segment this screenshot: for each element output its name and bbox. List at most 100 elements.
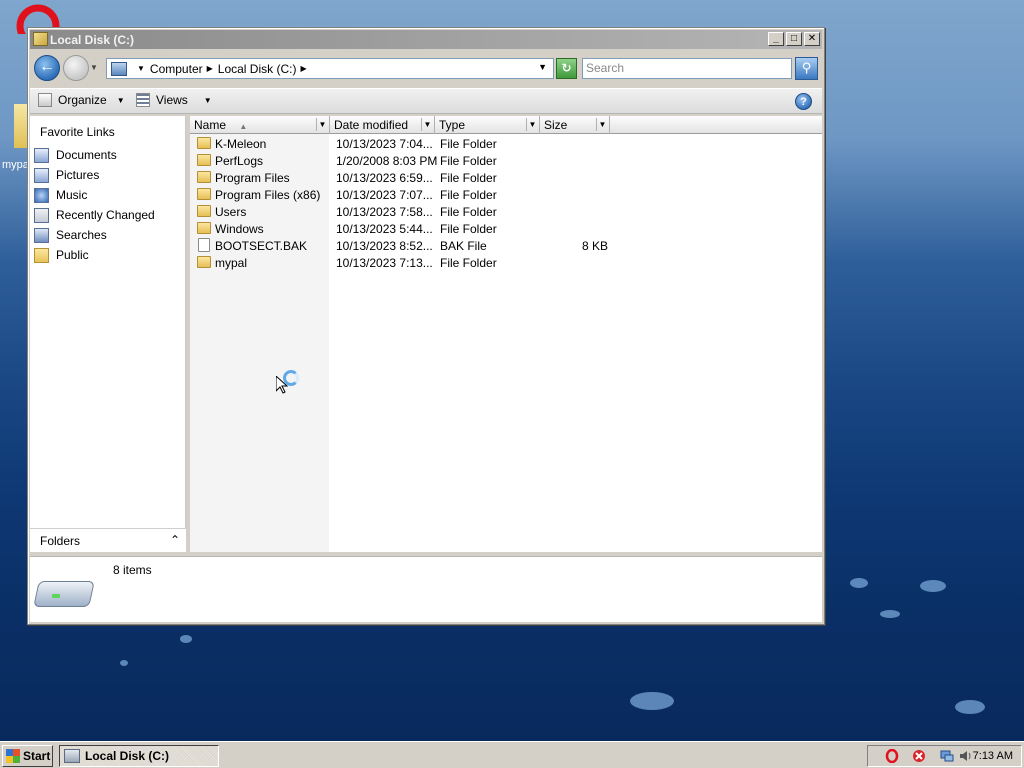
chevron-down-icon[interactable]: ▼ xyxy=(421,118,433,131)
search-button[interactable]: ⚲ xyxy=(795,57,818,80)
computer-icon xyxy=(111,61,127,76)
file-date: 1/20/2008 8:03 PM xyxy=(336,154,438,168)
file-type: BAK File xyxy=(440,239,487,253)
column-header-label: Type xyxy=(439,118,466,132)
crumb-separator-icon[interactable]: ▶ xyxy=(300,64,306,73)
file-row[interactable]: Users 10/13/2023 7:58... File Folder xyxy=(190,203,630,220)
nav-item-public[interactable]: Public xyxy=(34,246,89,264)
address-dropdown-icon[interactable]: ▼ xyxy=(538,62,547,72)
nav-item-label: Music xyxy=(56,188,88,202)
drive-led-icon xyxy=(52,594,60,598)
nav-item-label: Searches xyxy=(56,228,107,242)
address-row: ← ▼ ▼ Computer ▶ Local Disk (C:) ▶ ▼ ↻ S… xyxy=(30,51,822,85)
nav-item-label: Documents xyxy=(56,148,117,162)
help-button[interactable]: ? xyxy=(795,93,812,110)
nav-item-documents[interactable]: Documents xyxy=(34,146,117,164)
window-title: Local Disk (C:) xyxy=(50,32,135,47)
recently-changed-icon xyxy=(34,207,49,223)
views-button[interactable]: Views ▼ xyxy=(136,93,212,107)
water-bubble xyxy=(180,635,192,643)
breadcrumb-computer[interactable]: Computer xyxy=(150,62,203,76)
forward-button[interactable] xyxy=(63,55,89,81)
security-alert-icon[interactable] xyxy=(912,749,926,763)
nav-item-searches[interactable]: Searches xyxy=(34,226,107,244)
file-name: Windows xyxy=(215,222,264,236)
nav-item-pictures[interactable]: Pictures xyxy=(34,166,99,184)
start-label: Start xyxy=(23,749,51,763)
refresh-button[interactable]: ↻ xyxy=(556,58,577,79)
nav-item-music[interactable]: Music xyxy=(34,186,87,204)
file-type: File Folder xyxy=(440,222,497,236)
folder-icon xyxy=(197,171,211,183)
clock[interactable]: 7:13 AM xyxy=(973,750,1013,762)
column-header-date-modified[interactable]: Date modified ▼ xyxy=(330,116,435,134)
file-row[interactable]: K-Meleon 10/13/2023 7:04... File Folder xyxy=(190,135,630,152)
folder-icon xyxy=(197,188,211,200)
start-button[interactable]: Start xyxy=(2,745,53,767)
close-button[interactable]: ✕ xyxy=(804,32,820,46)
nav-item-recently-changed[interactable]: Recently Changed xyxy=(34,206,155,224)
desktop-icon-label: mypa xyxy=(2,159,27,171)
file-row[interactable]: PerfLogs 1/20/2008 8:03 PM File Folder xyxy=(190,152,630,169)
organize-button[interactable]: Organize ▼ xyxy=(38,93,125,107)
maximize-button[interactable]: □ xyxy=(786,32,802,46)
breadcrumb-local-disk[interactable]: Local Disk (C:) xyxy=(218,62,297,76)
address-bar[interactable]: ▼ Computer ▶ Local Disk (C:) ▶ ▼ xyxy=(106,58,554,79)
folder-icon xyxy=(197,222,211,234)
column-header-label: Size xyxy=(544,118,568,132)
file-row[interactable]: mypal 10/13/2023 7:13... File Folder xyxy=(190,254,630,271)
chevron-down-icon: ▼ xyxy=(203,95,212,105)
organize-label: Organize xyxy=(58,93,107,107)
chevron-down-icon[interactable]: ▼ xyxy=(526,118,538,131)
sort-ascending-icon: ▲ xyxy=(239,122,248,131)
folders-toggle[interactable]: Folders ⌃ xyxy=(30,528,186,552)
opera-tray-icon[interactable] xyxy=(885,749,899,763)
recent-pages-dropdown[interactable]: ▼ xyxy=(90,63,98,72)
file-date: 10/13/2023 5:44... xyxy=(336,222,433,236)
folders-label: Folders xyxy=(40,533,81,548)
search-input[interactable]: Search xyxy=(582,58,792,79)
file-name: Program Files xyxy=(215,171,290,185)
file-name: Users xyxy=(215,205,247,219)
file-type: File Folder xyxy=(440,137,497,151)
file-icon xyxy=(198,238,210,252)
volume-icon[interactable] xyxy=(958,749,972,763)
column-header-size[interactable]: Size ▼ xyxy=(540,116,610,134)
drive-title-icon xyxy=(33,32,48,46)
water-bubble xyxy=(955,700,985,714)
folder-icon xyxy=(34,247,49,263)
file-name: K-Meleon xyxy=(215,137,267,151)
taskbar-button-local-disk[interactable]: Local Disk (C:) xyxy=(59,745,219,767)
file-list: Name ▲ ▼ Date modified ▼ Type ▼ Size ▼ K… xyxy=(190,116,822,552)
taskbar: Start Local Disk (C:) 7:13 AM xyxy=(0,741,1024,768)
title-bar[interactable]: Local Disk (C:) _ □ ✕ xyxy=(30,30,822,49)
drive-icon xyxy=(64,749,80,763)
chevron-down-icon[interactable]: ▼ xyxy=(316,118,328,131)
file-date: 10/13/2023 7:13... xyxy=(336,256,433,270)
busy-spinner-icon xyxy=(283,370,299,386)
navigation-pane: Favorite Links Documents Pictures Music … xyxy=(30,116,186,552)
crumb-separator-icon[interactable]: ▶ xyxy=(207,64,213,73)
file-row[interactable]: Windows 10/13/2023 5:44... File Folder xyxy=(190,220,630,237)
chevron-down-icon[interactable]: ▼ xyxy=(596,118,608,131)
column-header-type[interactable]: Type ▼ xyxy=(435,116,540,134)
nav-item-label: Recently Changed xyxy=(56,208,155,222)
file-row[interactable]: Program Files 10/13/2023 6:59... File Fo… xyxy=(190,169,630,186)
file-size: 8 KB xyxy=(582,239,609,253)
network-icon[interactable] xyxy=(940,749,954,763)
nav-item-label: Pictures xyxy=(56,168,100,182)
file-name: Program Files (x86) xyxy=(215,188,321,202)
file-type: File Folder xyxy=(440,154,497,168)
minimize-button[interactable]: _ xyxy=(768,32,784,46)
column-header-name[interactable]: Name ▲ ▼ xyxy=(190,116,330,134)
system-tray: 7:13 AM xyxy=(867,745,1022,767)
file-row[interactable]: BOOTSECT.BAK 10/13/2023 8:52... BAK File… xyxy=(190,237,630,254)
file-date: 10/13/2023 8:52... xyxy=(336,239,433,253)
file-row[interactable]: Program Files (x86) 10/13/2023 7:07... F… xyxy=(190,186,630,203)
folder-icon xyxy=(197,154,211,166)
crumb-separator-icon[interactable]: ▼ xyxy=(137,64,145,73)
back-button[interactable]: ← xyxy=(34,55,60,81)
file-type: File Folder xyxy=(440,188,497,202)
column-header-label: Date modified xyxy=(334,118,409,132)
water-bubble xyxy=(850,578,868,588)
